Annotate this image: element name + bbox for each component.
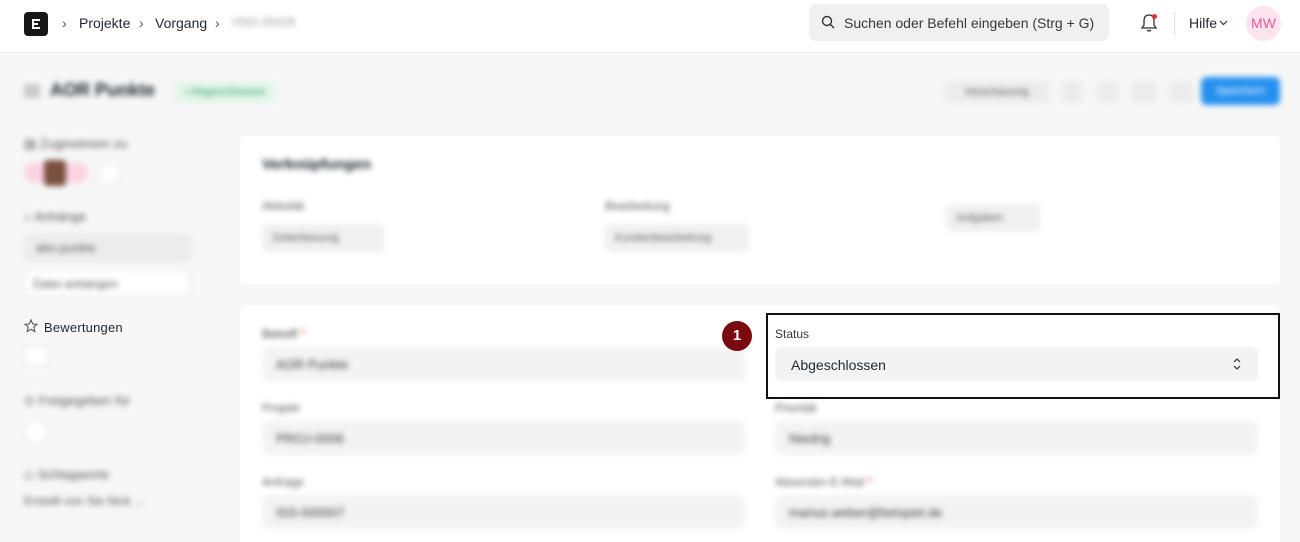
status-value: Abgeschlossen xyxy=(791,357,886,373)
print-button[interactable] xyxy=(1131,81,1157,103)
processing-chip[interactable]: Kundenbearbeitung xyxy=(605,224,749,252)
assigned-to-label: ▤ Zugewiesen zu xyxy=(24,136,128,151)
user-avatar[interactable]: MW xyxy=(1246,6,1281,41)
preview-button[interactable]: Vorschauung xyxy=(944,81,1049,103)
chevron-right-icon: › xyxy=(139,15,144,31)
save-button[interactable]: Speichern xyxy=(1201,77,1280,105)
subject-label: Betreff * xyxy=(262,327,306,341)
breadcrumb-projekte[interactable]: Projekte xyxy=(79,15,130,31)
star-icon xyxy=(24,319,38,333)
attach-file-button[interactable]: Datei anhängen xyxy=(24,270,190,296)
status-badge: • Abgeschlossen xyxy=(175,81,276,103)
status-select[interactable]: Abgeschlossen xyxy=(775,347,1258,381)
select-sort-icon xyxy=(1233,358,1241,370)
priority-select[interactable]: Niedrig xyxy=(775,421,1258,455)
ratings-label: Bewertungen xyxy=(44,320,123,335)
avatar xyxy=(44,160,66,186)
navbar: › Projekte › Vorgang › VNG-00426 Suchen … xyxy=(0,0,1300,53)
links-card xyxy=(240,136,1280,284)
attachment-item[interactable]: abn-punkte xyxy=(24,234,192,262)
tasks-chip[interactable]: Aufgaben xyxy=(946,204,1040,232)
request-label: Anfrage xyxy=(262,475,305,489)
help-menu[interactable]: Hilfe xyxy=(1189,15,1217,31)
search-bar[interactable]: Suchen oder Befehl eingeben (Strg + G) xyxy=(809,4,1109,41)
meta-info: Erstellt von Sie Nick ... xyxy=(24,494,145,508)
page-title: AOR Punkte xyxy=(50,80,156,100)
prev-button[interactable] xyxy=(1061,81,1083,103)
attachments-label: ⌕ Anhänge xyxy=(24,209,87,224)
chevron-down-icon[interactable] xyxy=(1219,18,1228,27)
search-placeholder: Suchen oder Befehl eingeben (Strg + G) xyxy=(844,15,1095,31)
project-input[interactable]: PROJ-0006 xyxy=(262,421,745,455)
app-logo-icon[interactable] xyxy=(24,12,48,36)
shared-with-label: ⊙ Freigegeben für xyxy=(24,393,131,408)
activity-chip[interactable]: Zeiterfassung xyxy=(262,224,384,252)
request-input[interactable]: ISS-000007 xyxy=(262,495,745,529)
project-label: Projekt xyxy=(262,401,300,415)
activity-label: Aktivität xyxy=(262,199,305,213)
notification-dot xyxy=(1152,14,1157,19)
tags-label: ◇ Schlagworte xyxy=(24,467,110,482)
priority-label: Priorität xyxy=(775,401,817,415)
processing-label: Bearbeitung xyxy=(605,199,670,213)
more-button[interactable] xyxy=(1169,81,1193,103)
navbar-divider xyxy=(1174,12,1175,36)
status-label: Status xyxy=(775,327,810,341)
breadcrumb-current[interactable]: VNG-00426 xyxy=(232,15,295,29)
breadcrumb-vorgang[interactable]: Vorgang xyxy=(155,15,207,31)
rating-button[interactable] xyxy=(24,346,48,366)
subject-input[interactable]: AOR Punkte xyxy=(262,347,745,381)
share-button[interactable] xyxy=(24,420,48,444)
chevron-right-icon: › xyxy=(215,15,220,31)
links-title: Verknüpfungen xyxy=(262,156,372,173)
annotation-marker: 1 xyxy=(722,321,752,351)
contact-input[interactable]: marius.weber@beispiel.de xyxy=(775,495,1258,529)
search-icon xyxy=(821,15,835,29)
next-button[interactable] xyxy=(1096,81,1118,103)
add-assignee-button[interactable] xyxy=(98,163,120,185)
sidebar-toggle-icon[interactable] xyxy=(24,84,40,98)
contact-label: Absender-E-Mail * xyxy=(775,475,873,489)
chevron-right-icon: › xyxy=(62,15,67,31)
